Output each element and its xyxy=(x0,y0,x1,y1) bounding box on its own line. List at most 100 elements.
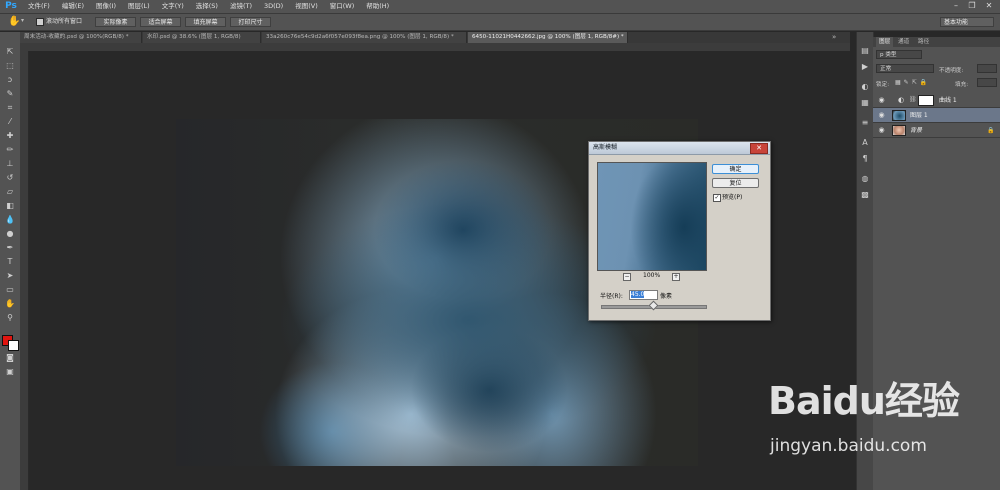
tab-document-3[interactable]: 33a260c76e54c9d2a6f057e093f8ea.png @ 100… xyxy=(262,32,467,43)
gradient-tool-icon[interactable]: ◧ xyxy=(4,200,16,211)
ok-button[interactable]: 确定 xyxy=(712,164,759,174)
tab-document-active[interactable]: 6450-11021H0442662.jpg @ 100% (图层 1, RGB… xyxy=(468,32,628,43)
menu-3d[interactable]: 3D(D) xyxy=(258,0,289,13)
layer-row-background[interactable]: ◉ 背景 🔒 xyxy=(873,123,1000,138)
history-panel-icon[interactable]: ▤ xyxy=(860,46,870,55)
watermark-logo: Baidu经验 xyxy=(768,379,960,423)
zoom-tool-icon[interactable]: ⚲ xyxy=(4,312,16,323)
menu-help[interactable]: 帮助(H) xyxy=(360,0,395,13)
layer-thumbnail[interactable] xyxy=(892,110,906,121)
actions-panel-icon[interactable]: ▶ xyxy=(860,62,870,71)
tabs-overflow-icon[interactable]: » xyxy=(832,32,836,43)
tab-document-1[interactable]: 周末活动-收藏的.psd @ 100%(RGB/8) * xyxy=(20,32,142,43)
print-size-button[interactable]: 打印尺寸 xyxy=(230,17,271,27)
radius-input[interactable]: 45.0 xyxy=(629,290,658,300)
hand-tool-icon[interactable]: ✋ xyxy=(4,298,16,309)
tools-panel: ⇱ ⬚ ↄ ✎ ⌗ ⁄ ✚ ✏ ⊥ ↺ ▱ ◧ 💧 ● ✒ T ➤ ▭ ✋ ⚲ … xyxy=(0,32,21,490)
quick-mask-icon[interactable]: ◙ xyxy=(4,352,16,363)
minimize-button[interactable]: – xyxy=(950,0,962,12)
close-button[interactable]: ✕ xyxy=(983,0,995,12)
color-panel-icon[interactable]: ◍ xyxy=(860,174,870,183)
checkbox-icon xyxy=(36,17,44,26)
layer-panel-tabs: 图层 通道 路径 xyxy=(873,37,1000,47)
tab-layers[interactable]: 图层 xyxy=(876,37,894,47)
lock-icons[interactable]: ▦✎⇱🔒 xyxy=(895,79,930,86)
adjustments-panel-icon[interactable]: ◐ xyxy=(860,82,870,91)
blur-tool-icon[interactable]: 💧 xyxy=(4,214,16,225)
eyedropper-tool-icon[interactable]: ⁄ xyxy=(4,116,16,127)
blur-preview-image[interactable] xyxy=(597,162,707,271)
zoom-in-button[interactable]: + xyxy=(672,273,680,281)
shape-tool-icon[interactable]: ▭ xyxy=(4,284,16,295)
visibility-eye-icon[interactable]: ◉ xyxy=(878,97,885,104)
blend-mode-select[interactable]: 正常 xyxy=(876,64,934,73)
fit-screen-button[interactable]: 适合屏幕 xyxy=(140,17,181,27)
watermark-url: jingyan.baidu.com xyxy=(770,436,927,456)
layer-row-curves[interactable]: ◉ ◐ ⛓ 曲线 1 xyxy=(873,93,1000,108)
properties-panel-icon[interactable]: ≡ xyxy=(860,118,870,127)
layer-kind-filter[interactable]: p 类型 xyxy=(876,50,922,59)
curves-adjustment-icon: ◐ xyxy=(898,96,905,104)
tab-document-2[interactable]: 水印.psd @ 38.6% (图层 1, RGB/8) xyxy=(143,32,261,43)
history-brush-tool-icon[interactable]: ↺ xyxy=(4,172,16,183)
dodge-tool-icon[interactable]: ● xyxy=(4,228,16,239)
brush-tool-icon[interactable]: ✏ xyxy=(4,144,16,155)
tab-paths[interactable]: 路径 xyxy=(915,37,932,47)
restore-button[interactable]: ❐ xyxy=(966,0,978,12)
visibility-eye-icon[interactable]: ◉ xyxy=(878,112,885,119)
menu-type[interactable]: 文字(Y) xyxy=(156,0,190,13)
scroll-all-label: 滚动所有窗口 xyxy=(46,18,83,25)
opacity-label: 不透明度: xyxy=(939,68,964,74)
options-bar: ✋ ▾ 滚动所有窗口 实际像素 适合屏幕 填充屏幕 打印尺寸 基本功能 xyxy=(0,13,1000,31)
layer-name: 背景 xyxy=(910,127,923,134)
gaussian-blur-dialog: 高斯模糊 ✕ 确定 复位 ✓ 预览(P) − 100% + 半径(R): 45.… xyxy=(588,141,771,321)
path-select-tool-icon[interactable]: ➤ xyxy=(4,270,16,281)
layer-name: 图层 1 xyxy=(910,112,928,119)
layer-thumbnail[interactable] xyxy=(892,125,906,136)
hand-tool-icon[interactable]: ✋ xyxy=(8,16,20,27)
fill-screen-button[interactable]: 填充屏幕 xyxy=(185,17,226,27)
tab-channels[interactable]: 通道 xyxy=(895,37,912,47)
crop-tool-icon[interactable]: ⌗ xyxy=(4,102,16,113)
layer-row-layer1[interactable]: ◉ 图层 1 xyxy=(873,108,1000,123)
menu-file[interactable]: 文件(F) xyxy=(22,0,56,13)
healing-tool-icon[interactable]: ✚ xyxy=(4,130,16,141)
workspace-switcher[interactable]: 基本功能 xyxy=(940,17,994,27)
pen-tool-icon[interactable]: ✒ xyxy=(4,242,16,253)
menu-edit[interactable]: 编辑(E) xyxy=(56,0,90,13)
dialog-close-button[interactable]: ✕ xyxy=(750,143,768,154)
tool-preset-dropdown-icon[interactable]: ▾ xyxy=(21,17,24,24)
paragraph-panel-icon[interactable]: ¶ xyxy=(860,154,870,163)
zoom-out-button[interactable]: − xyxy=(623,273,631,281)
layer-mask-thumbnail[interactable] xyxy=(918,95,934,106)
background-color-swatch[interactable] xyxy=(8,340,19,351)
actual-pixels-button[interactable]: 实际像素 xyxy=(95,17,136,27)
type-tool-icon[interactable]: T xyxy=(4,256,16,267)
menu-image[interactable]: 图像(I) xyxy=(90,0,122,13)
document-tabs: 周末活动-收藏的.psd @ 100%(RGB/8) * 水印.psd @ 38… xyxy=(20,32,850,43)
character-panel-icon[interactable]: A xyxy=(860,138,870,147)
lasso-tool-icon[interactable]: ↄ xyxy=(4,74,16,85)
preview-label: 预览(P) xyxy=(722,194,743,201)
clone-stamp-tool-icon[interactable]: ⊥ xyxy=(4,158,16,169)
eraser-tool-icon[interactable]: ▱ xyxy=(4,186,16,197)
chain-link-icon: ⛓ xyxy=(909,96,917,103)
lock-icon: 🔒 xyxy=(987,127,995,134)
opacity-input[interactable] xyxy=(977,64,997,73)
scroll-all-windows-checkbox[interactable]: 滚动所有窗口 xyxy=(36,17,82,27)
menu-window[interactable]: 窗口(W) xyxy=(324,0,361,13)
menu-view[interactable]: 视图(V) xyxy=(289,0,324,13)
menu-filter[interactable]: 滤镜(T) xyxy=(224,0,258,13)
swatches-panel-icon[interactable]: ▩ xyxy=(860,190,870,199)
fill-input[interactable] xyxy=(977,78,997,87)
dialog-title: 高斯模糊 xyxy=(589,142,770,155)
styles-panel-icon[interactable]: ▦ xyxy=(860,98,870,107)
marquee-tool-icon[interactable]: ⬚ xyxy=(4,60,16,71)
move-tool-icon[interactable]: ⇱ xyxy=(4,46,16,57)
menu-select[interactable]: 选择(S) xyxy=(190,0,224,13)
reset-button[interactable]: 复位 xyxy=(712,178,759,188)
screen-mode-icon[interactable]: ▣ xyxy=(4,366,16,377)
quick-select-tool-icon[interactable]: ✎ xyxy=(4,88,16,99)
visibility-eye-icon[interactable]: ◉ xyxy=(878,127,885,134)
menu-layer[interactable]: 图层(L) xyxy=(122,0,156,13)
